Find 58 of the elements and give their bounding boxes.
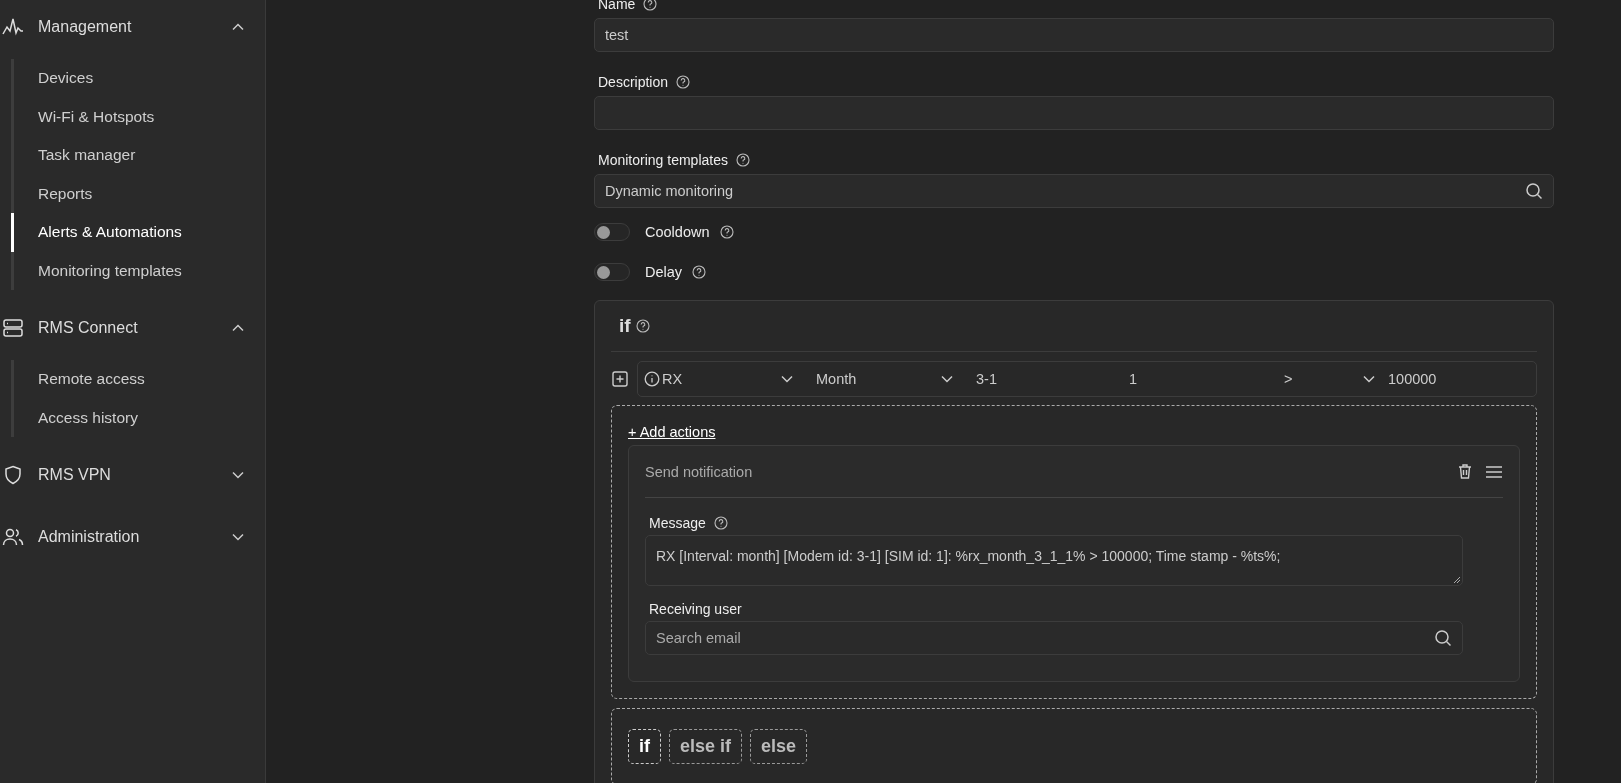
sim-value[interactable]: 1	[1129, 371, 1284, 387]
users-icon	[2, 527, 24, 547]
activity-icon	[2, 17, 24, 37]
search-icon[interactable]	[1434, 629, 1452, 647]
branch-button[interactable]: if	[628, 729, 661, 764]
nav-group-header[interactable]: RMS VPN	[0, 456, 265, 494]
nav-group-label: RMS Connect	[38, 319, 139, 337]
toggle-switch[interactable]	[594, 223, 630, 241]
nav-item[interactable]: Wi-Fi & Hotspots	[11, 97, 265, 136]
nav-item[interactable]: Alerts & Automations	[11, 213, 265, 252]
field-label: Description	[598, 74, 669, 90]
nav-group-label: Management	[38, 18, 133, 36]
help-icon[interactable]	[713, 516, 728, 530]
nav-group-header[interactable]: RMS Connect	[0, 309, 265, 347]
help-icon[interactable]	[643, 0, 658, 11]
nav-item[interactable]: Devices	[11, 59, 265, 98]
action-title: Send notification	[645, 463, 754, 480]
search-icon[interactable]	[1525, 182, 1543, 200]
toggle-switch[interactable]	[594, 263, 630, 281]
nav-item[interactable]: Remote access	[11, 360, 265, 399]
nav-group-header[interactable]: Administration	[0, 518, 265, 556]
nav-group-label: RMS VPN	[38, 466, 112, 484]
field-label: Name	[598, 0, 636, 12]
nav-item[interactable]: Monitoring templates	[11, 251, 265, 290]
help-icon[interactable]	[676, 75, 691, 89]
help-icon[interactable]	[635, 319, 650, 333]
nav-item[interactable]: Reports	[11, 174, 265, 213]
server-icon	[2, 318, 24, 338]
help-icon[interactable]	[719, 225, 734, 239]
help-icon[interactable]	[735, 153, 750, 167]
menu-icon[interactable]	[1485, 464, 1503, 479]
add-condition-icon[interactable]	[611, 370, 629, 388]
field-label: Monitoring templates	[598, 152, 728, 168]
add-actions-link[interactable]: + Add actions	[628, 424, 716, 440]
info-icon	[644, 371, 660, 387]
nav-item[interactable]: Access history	[11, 398, 265, 437]
metric-select[interactable]: RX	[644, 371, 816, 387]
description-field[interactable]	[594, 96, 1554, 130]
nav-item[interactable]: Task manager	[11, 136, 265, 175]
help-icon[interactable]	[692, 265, 707, 279]
message-textarea[interactable]: RX [Interval: month] [Modem id: 3-1] [SIM id: 1]: %rx_month_3_1_1% > 100000; Time stamp - %ts%;	[645, 535, 1463, 586]
resize-handle-icon[interactable]	[1453, 576, 1461, 584]
shield-icon	[2, 465, 24, 485]
threshold-value[interactable]: 100000	[1376, 371, 1530, 387]
user-search-field[interactable]: Search email	[645, 621, 1463, 655]
operator-select[interactable]: >	[1284, 371, 1376, 387]
field-label: Receiving user	[649, 601, 742, 617]
field-label: Message	[649, 515, 706, 531]
nav-group-header[interactable]: Management	[0, 8, 265, 46]
name-field[interactable]: test	[594, 18, 1554, 52]
template-search-field[interactable]: Dynamic monitoring	[594, 174, 1554, 208]
trash-icon[interactable]	[1457, 463, 1473, 480]
field-label: Delay	[645, 264, 683, 280]
rule-title: if	[619, 315, 631, 337]
nav-group-label: Administration	[38, 528, 141, 546]
modem-value[interactable]: 3-1	[976, 371, 1129, 387]
field-label: Cooldown	[645, 224, 710, 240]
interval-select[interactable]: Month	[816, 371, 976, 387]
